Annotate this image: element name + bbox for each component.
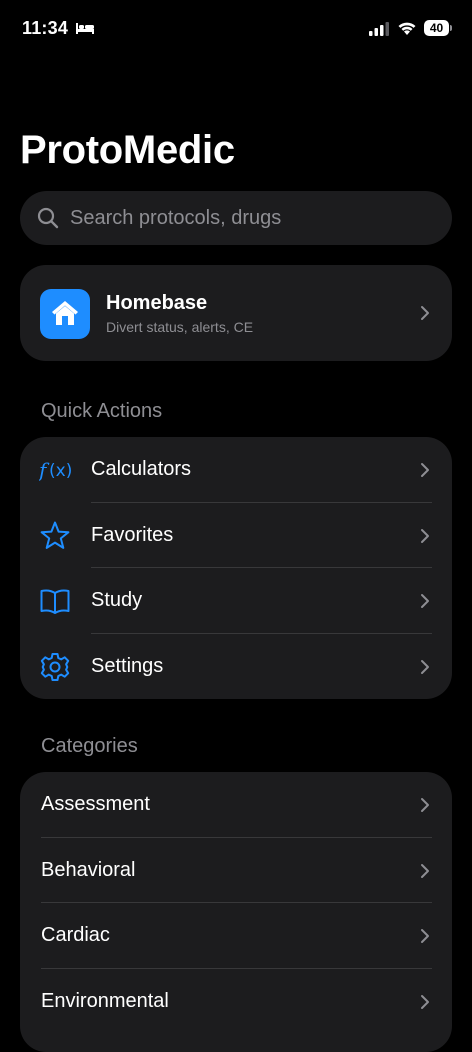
chevron-right-icon: [421, 463, 429, 477]
categories-list: Assessment Behavioral Cardiac Environmen…: [20, 772, 452, 1052]
category-assessment[interactable]: Assessment: [20, 772, 452, 838]
search-bar[interactable]: [20, 191, 452, 245]
quick-actions-heading: Quick Actions: [41, 400, 163, 422]
homebase-title: Homebase: [106, 292, 208, 314]
quick-action-study[interactable]: Study: [20, 568, 452, 634]
quick-action-label: Settings: [91, 654, 164, 677]
cellular-signal-icon: [369, 22, 389, 36]
chevron-right-icon: [421, 929, 429, 943]
status-time: 11:34: [22, 18, 69, 38]
quick-actions-list: f (x) Calculators Favorites Study Settin…: [20, 437, 452, 699]
quick-action-label: Study: [91, 589, 143, 611]
category-label: Environmental: [41, 989, 169, 1012]
chevron-right-icon: [421, 528, 429, 543]
homebase-card[interactable]: Homebase Divert status, alerts, CE: [20, 265, 452, 361]
category-label: Assessment: [41, 793, 150, 815]
page-title: ProtoMedic: [20, 128, 235, 172]
chevron-right-icon: [421, 798, 429, 812]
quick-action-label: Calculators: [91, 458, 192, 480]
quick-action-calculators[interactable]: f (x) Calculators: [20, 437, 452, 503]
homebase-subtitle: Divert status, alerts, CE: [106, 319, 254, 335]
star-icon: [40, 521, 70, 549]
sleep-focus-icon: [76, 23, 94, 34]
chevron-right-icon: [421, 863, 429, 878]
book-icon: [40, 589, 70, 614]
chevron-right-icon: [421, 306, 429, 320]
wifi-icon: [398, 22, 416, 35]
homebase-icon-tile: [40, 289, 90, 339]
battery-level: 40: [424, 20, 449, 36]
chevron-right-icon: [421, 594, 429, 608]
gear-icon: [40, 652, 70, 681]
search-icon: [37, 207, 59, 229]
chevron-right-icon: [421, 659, 429, 674]
category-cardiac[interactable]: Cardiac: [20, 903, 452, 969]
category-label: Cardiac: [41, 924, 110, 946]
svg-text:(x): (x): [49, 461, 71, 481]
status-bar: 11:34 40: [0, 0, 472, 58]
quick-action-favorites[interactable]: Favorites: [20, 503, 452, 568]
function-icon: f (x): [39, 458, 71, 482]
quick-action-label: Favorites: [91, 523, 174, 546]
quick-action-settings[interactable]: Settings: [20, 634, 452, 700]
category-environmental[interactable]: Environmental: [20, 969, 452, 1035]
search-input[interactable]: [70, 191, 440, 245]
battery-indicator: 40: [424, 20, 452, 36]
category-behavioral[interactable]: Behavioral: [20, 838, 452, 903]
house-icon: [52, 301, 78, 325]
categories-heading: Categories: [41, 735, 138, 757]
category-label: Behavioral: [41, 858, 136, 881]
chevron-right-icon: [421, 994, 429, 1009]
battery-tip: [450, 25, 452, 31]
